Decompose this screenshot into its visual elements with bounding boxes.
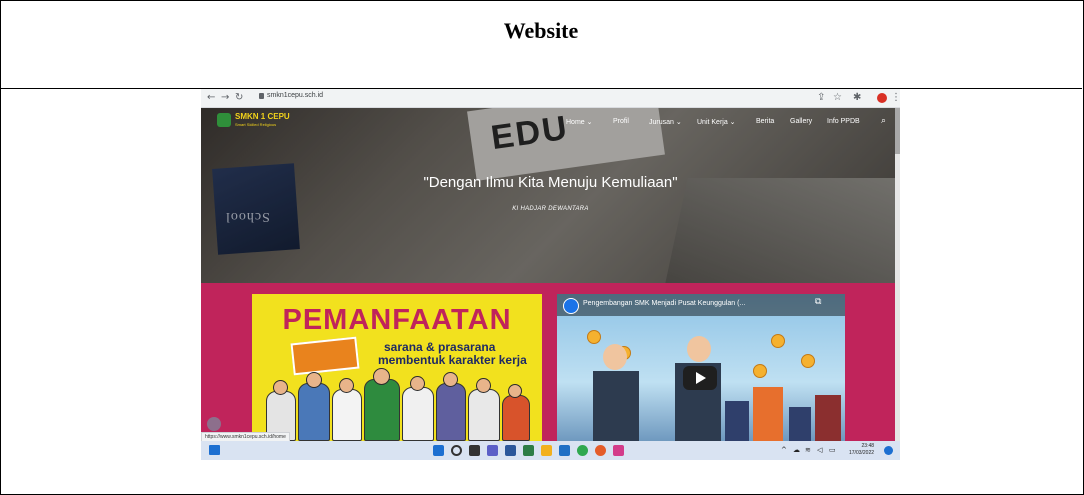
widgets-icon[interactable] xyxy=(209,445,220,455)
figure-head xyxy=(443,372,458,387)
hero-quote: "Dengan Ilmu Kita Menuju Kemuliaan" xyxy=(423,174,678,191)
figure-head xyxy=(373,368,390,385)
nav-item-info-ppdb[interactable]: Info PPDB xyxy=(827,118,860,130)
chrome-icon[interactable] xyxy=(577,445,588,456)
lock-icon xyxy=(259,93,264,99)
figure xyxy=(298,383,330,441)
presenter-left-face xyxy=(603,344,627,370)
menu-icon[interactable]: ⋮ xyxy=(891,91,900,105)
reload-icon[interactable]: ↻ xyxy=(235,91,243,105)
task-view-icon[interactable] xyxy=(469,445,480,456)
taskbar-clock[interactable]: 23:48 17/03/2022 xyxy=(849,443,874,457)
building xyxy=(725,401,749,441)
video-title[interactable]: Pengembangan SMK Menjadi Pusat Keunggula… xyxy=(583,300,745,307)
figure-head xyxy=(273,380,288,395)
search-icon[interactable]: ⌕ xyxy=(881,116,886,126)
nav-item-jurusan[interactable]: Jurusan ⌄ xyxy=(649,118,682,130)
address-bar[interactable]: smkn1cepu.sch.id xyxy=(267,92,323,99)
excel-icon[interactable] xyxy=(523,445,534,456)
back-icon[interactable]: ← xyxy=(207,91,215,105)
figure-head xyxy=(339,378,354,393)
figure xyxy=(436,383,466,441)
firefox-icon[interactable] xyxy=(595,445,606,456)
browser-toolbar: ← → ↻ smkn1cepu.sch.id ⇪ ☆ ✱ ⋮ xyxy=(201,89,900,108)
play-icon xyxy=(696,372,706,384)
figure xyxy=(468,389,500,441)
nav-item-berita[interactable]: Berita xyxy=(756,118,774,130)
pemanfaatan-banner[interactable]: PEMANFAATAN sarana & prasarana membentuk… xyxy=(252,294,542,441)
tray-chevron-icon[interactable]: ^ xyxy=(781,446,787,454)
copy-link-icon[interactable]: ⧉ xyxy=(815,297,821,307)
presenter-right-face xyxy=(687,336,711,362)
figure xyxy=(402,387,434,441)
coin-icon xyxy=(587,330,601,344)
wifi-icon[interactable]: ≋ xyxy=(805,446,811,454)
share-icon[interactable]: ⇪ xyxy=(817,91,825,105)
coin-icon xyxy=(771,334,785,348)
battery-icon[interactable]: ▭ xyxy=(829,446,836,454)
coin-icon xyxy=(801,354,815,368)
banner-title: PEMANFAATAN xyxy=(282,304,512,336)
building xyxy=(789,407,811,441)
nav-item-gallery[interactable]: Gallery xyxy=(790,118,812,130)
word-icon[interactable] xyxy=(505,445,516,456)
clock-date: 17/03/2022 xyxy=(849,450,875,456)
windows-taskbar: ^ ☁ ≋ ◁ ▭ 23:48 17/03/2022 xyxy=(201,441,900,460)
teams-chat-icon[interactable] xyxy=(487,445,498,456)
mail-icon[interactable] xyxy=(559,445,570,456)
school-logo-title[interactable]: SMKN 1 CEPU xyxy=(235,112,290,121)
search-taskbar-icon[interactable] xyxy=(451,445,462,456)
content-section: PEMANFAATAN sarana & prasarana membentuk… xyxy=(201,283,895,441)
figure-head xyxy=(508,384,522,398)
nav-item-unit-kerja[interactable]: Unit Kerja ⌄ xyxy=(697,118,736,130)
banner-illustration xyxy=(266,364,530,441)
video-embed[interactable]: Pengembangan SMK Menjadi Pusat Keunggula… xyxy=(557,294,845,441)
figure-head xyxy=(306,372,322,388)
bookmark-star-icon[interactable]: ☆ xyxy=(833,91,842,105)
website-screenshot: ← → ↻ smkn1cepu.sch.id ⇪ ☆ ✱ ⋮ EDU Schoo… xyxy=(201,89,900,460)
extensions-icon[interactable]: ✱ xyxy=(853,91,861,105)
clock-time: 23:48 xyxy=(861,443,875,449)
figure xyxy=(502,395,530,441)
presenter-left xyxy=(593,371,639,441)
school-logo-icon[interactable] xyxy=(217,113,231,127)
channel-avatar[interactable] xyxy=(563,298,579,314)
forward-icon[interactable]: → xyxy=(221,91,229,105)
school-logo-subtitle: Smart Skilled Religious xyxy=(235,122,277,127)
notification-icon[interactable] xyxy=(884,446,893,455)
figure-head xyxy=(476,378,491,393)
profile-avatar[interactable] xyxy=(877,93,887,103)
chat-widget-icon[interactable] xyxy=(207,417,221,431)
start-icon[interactable] xyxy=(433,445,444,456)
nav-item-profil[interactable]: Profil xyxy=(613,118,629,130)
page-scrollbar[interactable] xyxy=(895,108,900,441)
hero-quote-author: KI HADJAR DEWANTARA xyxy=(512,206,589,212)
hero-overlay xyxy=(201,108,900,283)
hero-banner: EDU School SMKN 1 CEPU Smart Skilled Rel… xyxy=(201,108,900,283)
volume-icon[interactable]: ◁ xyxy=(817,446,822,454)
building xyxy=(815,395,841,441)
figure-head xyxy=(410,376,425,391)
figure xyxy=(332,389,362,441)
scrollbar-thumb[interactable] xyxy=(895,108,900,154)
figure xyxy=(364,379,400,441)
banner-line-1: sarana & prasarana xyxy=(384,340,496,354)
building xyxy=(753,387,783,441)
document-heading: Website xyxy=(503,18,579,43)
coin-icon xyxy=(753,364,767,378)
cloud-icon[interactable]: ☁ xyxy=(793,446,800,454)
nav-item-home[interactable]: Home ⌄ xyxy=(566,118,593,130)
file-explorer-icon[interactable] xyxy=(541,445,552,456)
app-icon[interactable] xyxy=(613,445,624,456)
